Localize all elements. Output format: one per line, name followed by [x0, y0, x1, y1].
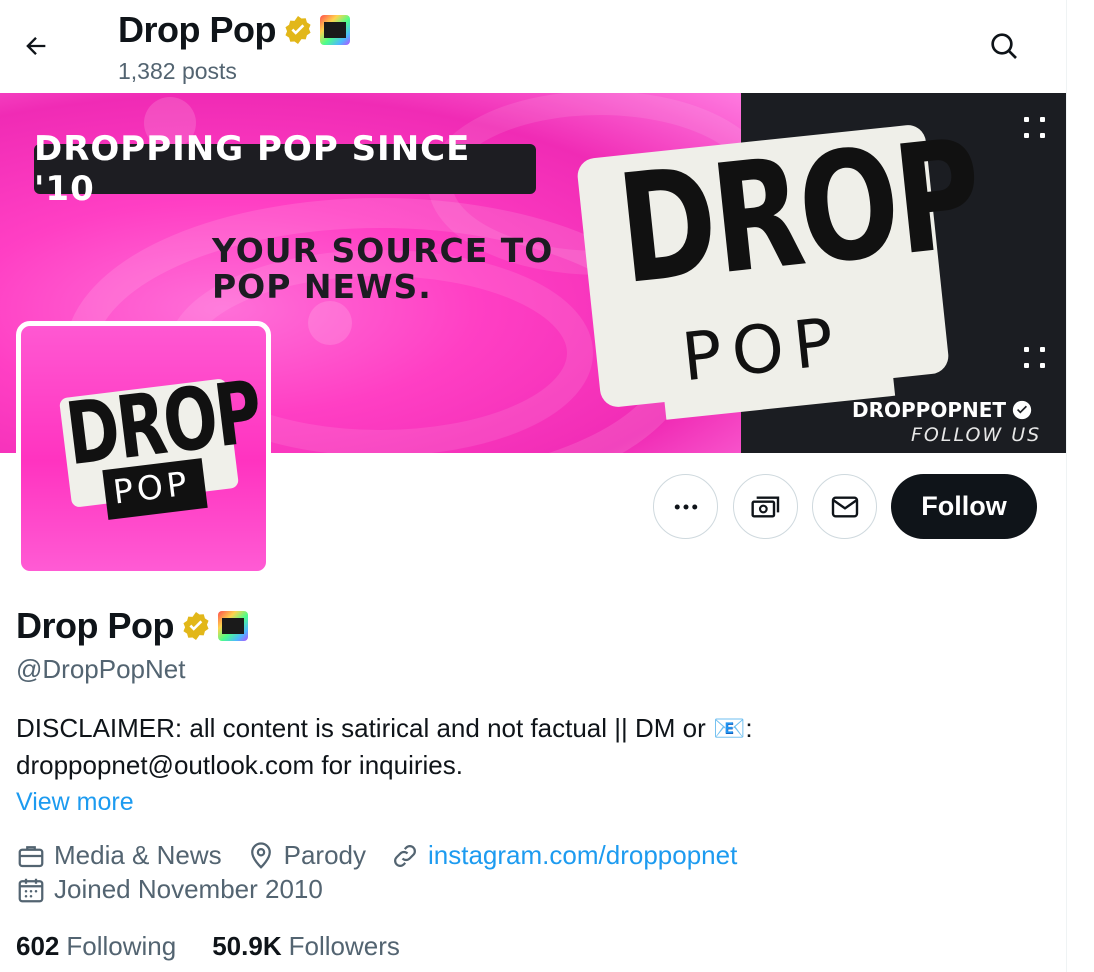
following-link[interactable]: 602 Following — [16, 931, 176, 962]
following-label: Following — [66, 931, 177, 961]
bio-line-2: droppopnet@outlook.com for inquiries. — [16, 750, 463, 780]
profile-meta: Media & News Parody instagram.com/droppo… — [16, 840, 761, 871]
bio-line-1: DISCLAIMER: all content is satirical and… — [16, 713, 753, 743]
profile-name: Drop Pop — [16, 605, 174, 646]
verified-badge-icon[interactable] — [180, 610, 212, 642]
profile-joined: Joined November 2010 — [16, 874, 347, 905]
banner-dots-decoration — [1024, 347, 1046, 369]
banner-dots-decoration — [1024, 117, 1046, 139]
avatar[interactable]: DROP POP — [16, 321, 271, 576]
profile-location: Parody — [246, 840, 366, 871]
envelope-icon — [831, 495, 858, 518]
banner-source-line2: POP NEWS. — [212, 267, 432, 306]
banner-brand-handle: DROPPOPNET — [852, 398, 1007, 422]
banner-tagline: DROPPING POP SINCE '10 — [34, 129, 536, 209]
profile-category: Media & News — [16, 840, 222, 871]
joined-item: Joined November 2010 — [16, 874, 323, 905]
back-button[interactable] — [14, 24, 58, 68]
banner-brand: DROPPOPNET — [852, 398, 1032, 422]
message-button[interactable] — [812, 474, 877, 539]
verified-badge-icon[interactable] — [282, 14, 314, 46]
profile-name-row: Drop Pop — [16, 605, 248, 647]
more-button[interactable] — [653, 474, 718, 539]
followers-link[interactable]: 50.9K Followers — [212, 931, 400, 962]
profile-handle: @DropPopNet — [16, 654, 186, 684]
calendar-icon — [18, 878, 44, 902]
posts-count: 1,382 posts — [118, 58, 237, 84]
right-gutter — [1067, 0, 1094, 972]
location-pin-icon — [250, 841, 271, 869]
profile-header-bar: Drop Pop 1,382 posts — [0, 0, 1066, 93]
affiliate-badge-icon[interactable] — [319, 15, 350, 45]
banner-source-text: YOUR SOURCE TO POP NEWS. — [212, 233, 553, 305]
money-icon — [750, 495, 779, 518]
banner-logo-drop: DROP — [610, 107, 987, 319]
profile-website[interactable]: instagram.com/droppopnet — [390, 840, 737, 871]
joined-text: Joined November 2010 — [54, 874, 323, 904]
more-icon — [674, 504, 697, 509]
view-more-link[interactable]: View more — [16, 788, 134, 817]
followers-count: 50.9K — [212, 931, 282, 961]
search-icon — [991, 33, 1017, 59]
location-text: Parody — [283, 840, 367, 870]
followers-label: Followers — [288, 931, 400, 961]
banner-source-line1: YOUR SOURCE TO — [212, 231, 554, 270]
affiliate-badge-icon[interactable] — [217, 611, 248, 641]
banner-follow-us: FOLLOW US — [911, 424, 1042, 446]
briefcase-icon — [18, 845, 44, 867]
search-button[interactable] — [982, 24, 1026, 68]
follow-counts: 602 Following 50.9K Followers — [16, 931, 436, 962]
header-name: Drop Pop — [118, 9, 276, 50]
check-circle-icon — [1012, 400, 1032, 420]
profile-bio: DISCLAIMER: all content is satirical and… — [16, 710, 1016, 784]
website-link[interactable]: instagram.com/droppopnet — [428, 840, 737, 871]
follow-button[interactable]: Follow — [891, 474, 1037, 539]
link-icon — [394, 844, 416, 867]
following-count: 602 — [16, 931, 60, 961]
header-title: Drop Pop — [118, 8, 350, 52]
subscribe-tip-button[interactable] — [733, 474, 798, 539]
category-text: Media & News — [54, 840, 222, 870]
arrow-left-icon — [26, 37, 46, 55]
